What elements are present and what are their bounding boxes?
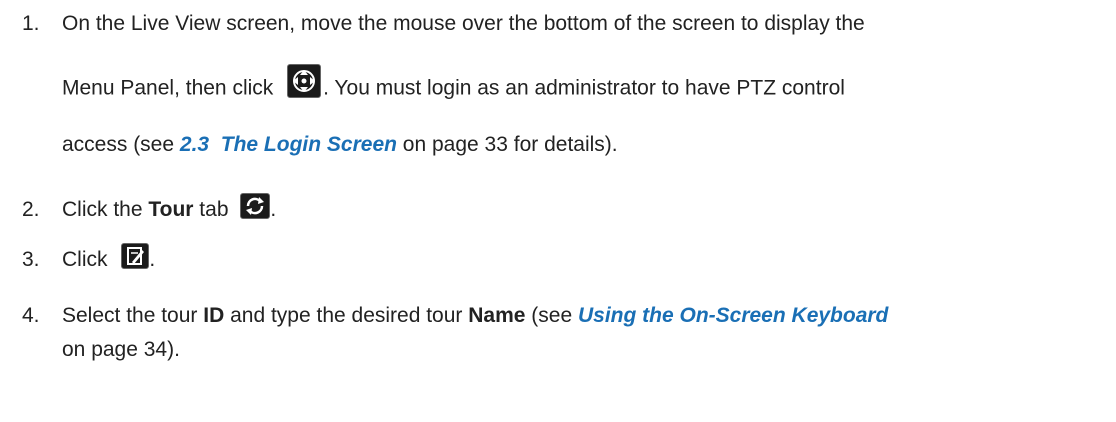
step-text: On the Live View screen, move the mouse … xyxy=(62,12,865,35)
step-text: on page 34). xyxy=(62,338,180,361)
refresh-tour-icon xyxy=(240,193,271,220)
step-text: Menu Panel, then click xyxy=(62,76,274,100)
step-3-line: Click . xyxy=(62,243,156,274)
section-link-login-screen[interactable]: 2.3 The Login Screen xyxy=(180,133,397,156)
step-text: Click xyxy=(62,248,108,271)
step-text: tab xyxy=(193,198,229,221)
step-4-line-1: Select the tour ID and type the desired … xyxy=(62,302,888,330)
ptz-move-icon xyxy=(287,64,322,98)
step-4-line-2: on page 34). xyxy=(62,336,180,364)
field-id: ID xyxy=(203,304,225,327)
edit-note-icon xyxy=(121,243,150,270)
step-text: Select the tour xyxy=(62,304,204,327)
step-text: . You must login as an administrator to … xyxy=(323,76,845,100)
step-number: 1. xyxy=(22,12,40,35)
step-number: 4. xyxy=(22,304,40,327)
step-text: . xyxy=(270,198,277,221)
step-1-line-3: access (see 2.3 The Login Screen on page… xyxy=(62,131,618,159)
step-2-line: Click the Tour tab . xyxy=(62,193,277,224)
step-number: 3. xyxy=(22,248,40,271)
step-1-line-2: Menu Panel, then click . You must login … xyxy=(62,64,845,106)
link-title: The Login Screen xyxy=(220,133,397,156)
step-text: Click the xyxy=(62,198,149,221)
step-number: 2. xyxy=(22,198,40,221)
step-text: . xyxy=(149,248,156,271)
step-1-line-1: On the Live View screen, move the mouse … xyxy=(62,10,865,38)
tab-name: Tour xyxy=(148,198,194,221)
step-text: access (see xyxy=(62,133,180,156)
field-name: Name xyxy=(468,304,526,327)
keyboard-link[interactable]: Using the On-Screen Keyboard xyxy=(578,304,888,327)
step-text: on page 33 for details). xyxy=(396,133,618,156)
step-text: and type the desired tour xyxy=(224,304,469,327)
step-text: (see xyxy=(525,304,578,327)
link-section-number: 2.3 xyxy=(179,133,210,156)
